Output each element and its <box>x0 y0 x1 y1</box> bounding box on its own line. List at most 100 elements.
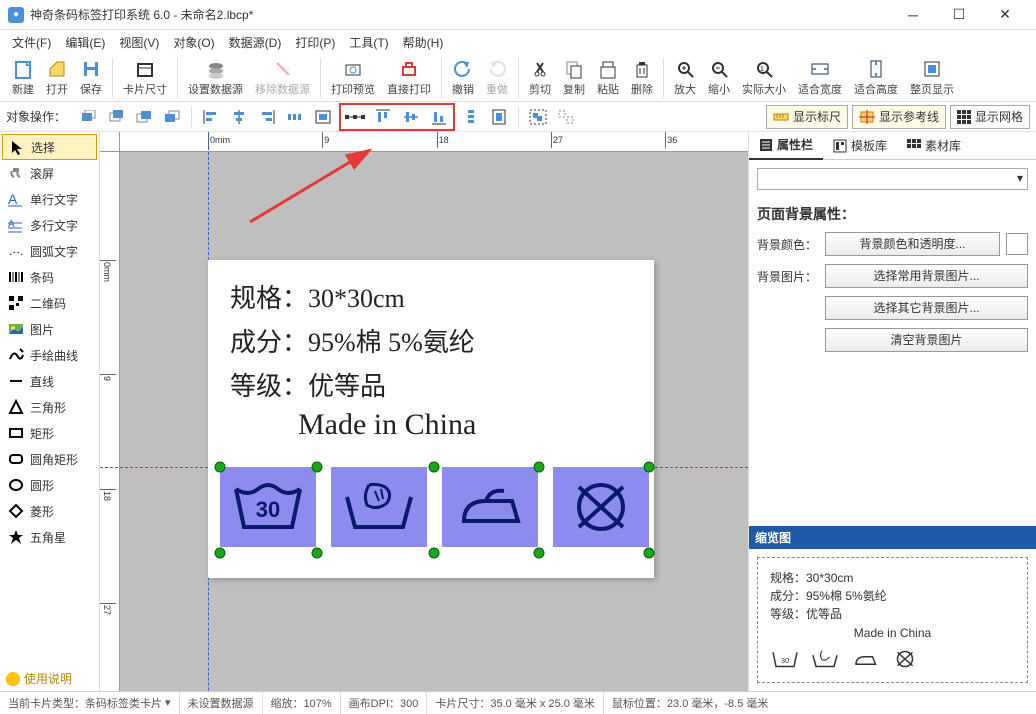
bring-front-icon[interactable] <box>76 105 100 129</box>
tool-滚屏[interactable]: 滚屏 <box>2 160 97 186</box>
toolbar-适合宽度[interactable]: 适合宽度 <box>792 56 848 99</box>
canvas-area[interactable]: 0mm9182736 0mm91827 规格：30*30cm 成分：95%棉 5… <box>100 132 748 691</box>
tool-二维码[interactable]: 二维码 <box>2 290 97 316</box>
bgcolor-swatch[interactable] <box>1006 233 1028 255</box>
status-size: 卡片尺寸：35.0 毫米 x 25.0 毫米 <box>427 692 604 714</box>
tool-矩形[interactable]: 矩形 <box>2 420 97 446</box>
menu-4[interactable]: 数据源(D) <box>223 32 288 53</box>
dist-v-icon[interactable] <box>459 105 483 129</box>
ruler-horizontal: 0mm9182736 <box>120 132 748 152</box>
menu-5[interactable]: 打印(P) <box>289 32 341 53</box>
align-left-icon[interactable] <box>199 105 223 129</box>
tool-直线[interactable]: 直线 <box>2 368 97 394</box>
align-bottom-icon[interactable] <box>427 105 451 129</box>
toolbar-移除数据源[interactable]: 移除数据源 <box>249 56 316 99</box>
svg-text:1: 1 <box>760 66 764 73</box>
send-back-icon[interactable] <box>104 105 128 129</box>
toolbar-复制[interactable]: 复制 <box>557 56 591 99</box>
send-backward-icon[interactable] <box>160 105 184 129</box>
tool-手绘曲线[interactable]: 手绘曲线 <box>2 342 97 368</box>
fit-height-icon[interactable] <box>487 105 511 129</box>
toolbar-设置数据源[interactable]: 设置数据源 <box>182 56 249 99</box>
align-center-h-icon[interactable] <box>227 105 251 129</box>
status-mouse: 鼠标位置：23.0 毫米，-8.5 毫米 <box>604 692 776 714</box>
tool-圆形[interactable]: 圆形 <box>2 472 97 498</box>
minimize-button[interactable]: ─ <box>890 0 936 30</box>
dist-h-icon[interactable] <box>283 105 307 129</box>
care-icon-iron[interactable] <box>442 467 538 547</box>
card-line-3[interactable]: 等级：优等品 <box>230 366 386 403</box>
toolbar-重做[interactable]: 重做 <box>480 56 514 99</box>
status-cardtype: 当前卡片类型：条码标签类卡片▾ <box>0 692 180 714</box>
toolbar-撤销[interactable]: 撤销 <box>446 56 480 99</box>
toolbar-适合高度[interactable]: 适合高度 <box>848 56 904 99</box>
menu-0[interactable]: 文件(F) <box>6 32 57 53</box>
bgimg-common-button[interactable]: 选择常用背景图片... <box>825 264 1028 288</box>
close-button[interactable]: ✕ <box>982 0 1028 30</box>
toolbar-放大[interactable]: 放大 <box>668 56 702 99</box>
bgimg-other-button[interactable]: 选择其它背景图片... <box>825 296 1028 320</box>
svg-text:A: A <box>8 191 18 207</box>
tool-图片[interactable]: 图片 <box>2 316 97 342</box>
toolbar-缩小[interactable]: 缩小 <box>702 56 736 99</box>
menu-6[interactable]: 工具(T) <box>343 32 394 53</box>
toolbar-粘贴[interactable]: 粘贴 <box>591 56 625 99</box>
help-link[interactable]: 使用说明 <box>6 670 72 687</box>
maximize-button[interactable]: ☐ <box>936 0 982 30</box>
align-right-icon[interactable] <box>255 105 279 129</box>
tool-圆角矩形[interactable]: 圆角矩形 <box>2 446 97 472</box>
bgimg-clear-button[interactable]: 清空背景图片 <box>825 328 1028 352</box>
toolbar-卡片尺寸[interactable]: 卡片尺寸 <box>117 56 173 99</box>
show-grid-toggle[interactable]: 显示网格 <box>950 105 1030 129</box>
care-icon-handwash[interactable] <box>331 467 427 547</box>
bg-section-title: 页面背景属性： <box>757 204 1028 224</box>
label-card[interactable]: 规格：30*30cm 成分：95%棉 5%氨纶 等级：优等品 Made in C… <box>208 260 654 578</box>
preview-made: Made in China <box>770 626 1015 640</box>
card-made-in[interactable]: Made in China <box>298 408 476 442</box>
show-ruler-toggle[interactable]: 显示标尺 <box>766 105 848 129</box>
tab-templates[interactable]: 模板库 <box>823 132 897 160</box>
preview-care-icons: 30 <box>770 646 1015 672</box>
preview-line-3: 等级：优等品 <box>770 605 1015 622</box>
toolbar-剪切[interactable]: 剪切 <box>523 56 557 99</box>
tool-选择[interactable]: 选择 <box>2 134 97 160</box>
toolbar-实际大小[interactable]: 1实际大小 <box>736 56 792 99</box>
menu-2[interactable]: 视图(V) <box>113 32 165 53</box>
bgcolor-button[interactable]: 背景颜色和透明度... <box>825 232 1000 256</box>
tab-properties[interactable]: 属性栏 <box>749 132 823 160</box>
card-line-1[interactable]: 规格：30*30cm <box>230 278 405 315</box>
tool-三角形[interactable]: 三角形 <box>2 394 97 420</box>
fit-width-icon[interactable] <box>311 105 335 129</box>
menu-3[interactable]: 对象(O) <box>167 32 220 53</box>
menu-1[interactable]: 编辑(E) <box>59 32 111 53</box>
property-dropdown[interactable]: ▾ <box>757 168 1028 190</box>
right-panel: 属性栏 模板库 素材库 ▾ 页面背景属性： 背景颜色： 背景颜色和透明度... … <box>748 132 1036 691</box>
tool-多行文字[interactable]: A多行文字 <box>2 212 97 238</box>
toolbar-打开[interactable]: 打开 <box>40 56 74 99</box>
align-top-icon[interactable] <box>371 105 395 129</box>
care-icon-wash30[interactable]: 30 <box>220 467 316 547</box>
tool-五角星[interactable]: 五角星 <box>2 524 97 550</box>
tool-条码[interactable]: 条码 <box>2 264 97 290</box>
toolbar-直接打印[interactable]: 直接打印 <box>381 56 437 99</box>
tool-圆弧文字[interactable]: 圆弧文字 <box>2 238 97 264</box>
dist-horiz-icon[interactable] <box>343 105 367 129</box>
toolbar-打印预览[interactable]: 打印预览 <box>325 56 381 99</box>
menu-7[interactable]: 帮助(H) <box>397 32 450 53</box>
care-icon-nobleach[interactable] <box>553 467 649 547</box>
tab-assets[interactable]: 素材库 <box>897 132 971 160</box>
main-toolbar: 新建打开保存卡片尺寸设置数据源移除数据源打印预览直接打印撤销重做剪切复制粘贴删除… <box>0 54 1036 102</box>
align-middle-icon[interactable] <box>399 105 423 129</box>
show-guides-toggle[interactable]: 显示参考线 <box>852 105 946 129</box>
toolbar-保存[interactable]: 保存 <box>74 56 108 99</box>
toolbar-新建[interactable]: 新建 <box>6 56 40 99</box>
ruler-corner <box>100 132 120 152</box>
ungroup-icon[interactable] <box>554 105 578 129</box>
tool-菱形[interactable]: 菱形 <box>2 498 97 524</box>
bring-forward-icon[interactable] <box>132 105 156 129</box>
card-line-2[interactable]: 成分：95%棉 5%氨纶 <box>230 322 475 359</box>
tool-单行文字[interactable]: A单行文字 <box>2 186 97 212</box>
group-icon[interactable] <box>526 105 550 129</box>
toolbar-整页显示[interactable]: 整页显示 <box>904 56 960 99</box>
toolbar-删除[interactable]: 删除 <box>625 56 659 99</box>
